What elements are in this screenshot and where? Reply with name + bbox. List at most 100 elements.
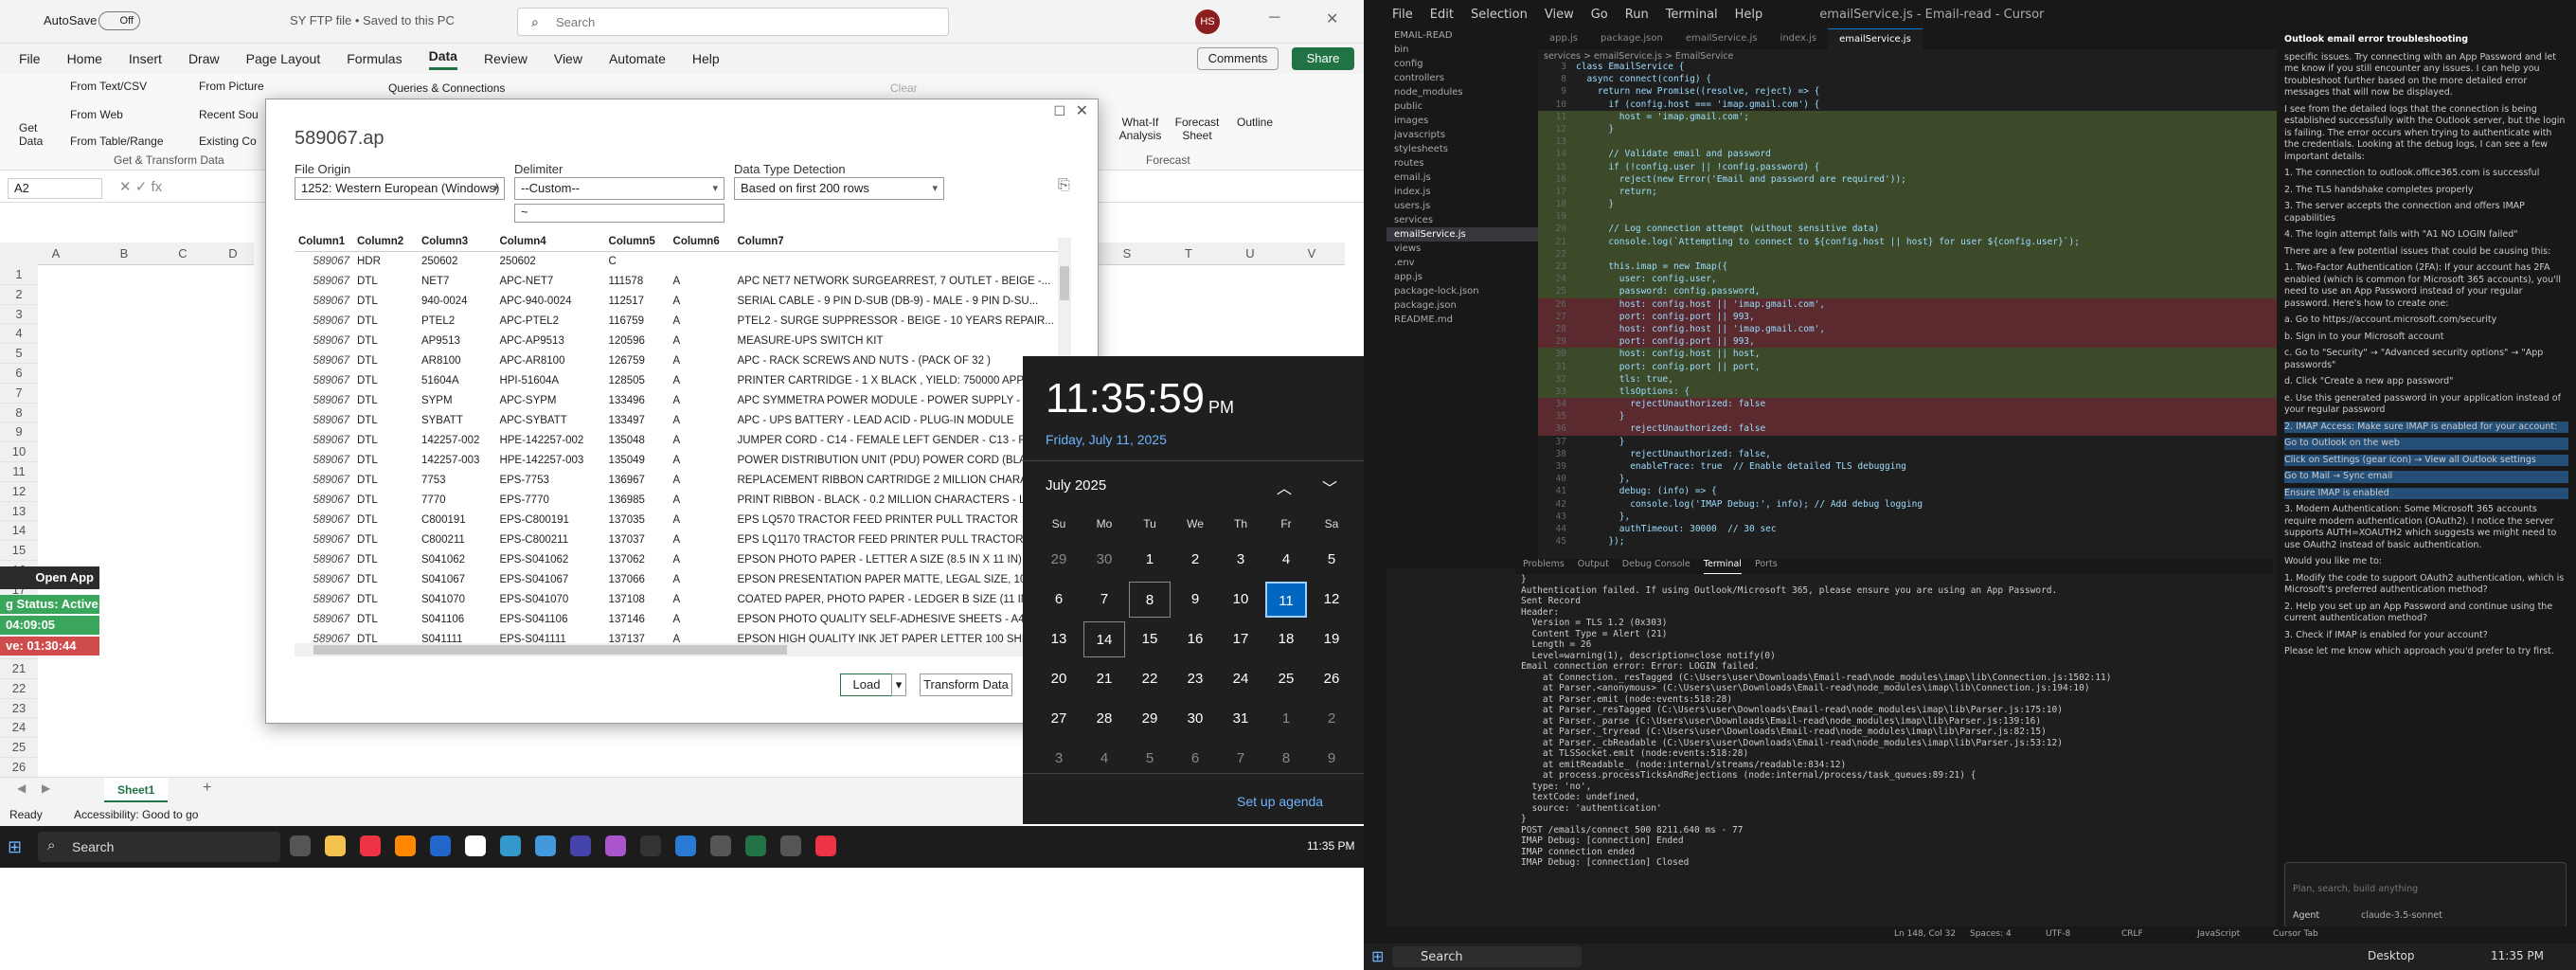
tree-item[interactable]: controllers bbox=[1386, 71, 1538, 85]
add-sheet-icon[interactable]: + bbox=[203, 780, 211, 797]
app-icon[interactable] bbox=[640, 835, 661, 856]
editor-tab[interactable]: package.json bbox=[1589, 28, 1674, 49]
sheet-tab[interactable]: Sheet1 bbox=[104, 778, 169, 802]
windows-start-icon[interactable]: ⊞ bbox=[1371, 947, 1384, 965]
calendar-day[interactable]: 13 bbox=[1038, 621, 1080, 657]
row-header[interactable]: 11 bbox=[0, 462, 38, 482]
terminal-output[interactable]: } Authentication failed. If using Outlook… bbox=[1515, 574, 2273, 925]
calendar-day[interactable]: 24 bbox=[1220, 661, 1261, 697]
menu-view[interactable]: View bbox=[1545, 8, 1574, 22]
menu-tab-file[interactable]: File bbox=[19, 51, 41, 66]
calendar-day[interactable]: 9 bbox=[1311, 741, 1352, 777]
fx-icon[interactable]: ✕ ✓ fx bbox=[119, 178, 162, 195]
recent-sources-button[interactable]: Recent Sou bbox=[199, 108, 259, 121]
taskbar-clock[interactable]: 11:35 PM bbox=[2491, 949, 2544, 962]
from-picture-button[interactable]: From Picture bbox=[199, 80, 264, 93]
column-header[interactable]: Column5 bbox=[604, 232, 670, 252]
calendar-day[interactable]: 4 bbox=[1265, 542, 1307, 578]
row-header[interactable]: 9 bbox=[0, 422, 38, 443]
col-header-d[interactable]: D bbox=[212, 242, 254, 265]
calendar-day[interactable]: 11 bbox=[1265, 582, 1307, 618]
windows-start-icon[interactable]: ⊞ bbox=[8, 837, 22, 857]
taskbar-search[interactable]: ⌕ Search bbox=[38, 832, 280, 862]
menu-selection[interactable]: Selection bbox=[1471, 8, 1528, 22]
tree-item[interactable]: users.js bbox=[1386, 199, 1538, 213]
calendar-day[interactable]: 14 bbox=[1083, 621, 1125, 657]
menu-tab-review[interactable]: Review bbox=[484, 51, 528, 66]
row-header[interactable]: 7 bbox=[0, 383, 38, 404]
calendar-day[interactable]: 1 bbox=[1265, 701, 1307, 737]
agent-mode[interactable]: Agent bbox=[2293, 910, 2319, 923]
calendar-day[interactable]: 4 bbox=[1083, 741, 1125, 777]
calendar-day[interactable]: 23 bbox=[1174, 661, 1216, 697]
menu-terminal[interactable]: Terminal bbox=[1666, 8, 1718, 22]
calendar-day[interactable]: 16 bbox=[1174, 621, 1216, 657]
vscode-icon[interactable] bbox=[675, 835, 696, 856]
panel-tab[interactable]: Problems bbox=[1523, 559, 1565, 574]
forecast-sheet-button[interactable]: Forecast Sheet bbox=[1171, 116, 1224, 142]
calendar-day[interactable]: 7 bbox=[1083, 582, 1125, 618]
excel-icon[interactable] bbox=[745, 835, 766, 856]
col-header-v[interactable]: V bbox=[1283, 242, 1340, 265]
editor-tab[interactable]: index.js bbox=[1769, 28, 1829, 49]
col-header-a[interactable]: A bbox=[38, 242, 74, 265]
menu-go[interactable]: Go bbox=[1591, 8, 1608, 22]
calendar-day[interactable]: 21 bbox=[1083, 661, 1125, 697]
tree-item[interactable]: email.js bbox=[1386, 171, 1538, 185]
close-icon[interactable]: ✕ bbox=[1326, 9, 1338, 28]
row-header[interactable]: 8 bbox=[0, 403, 38, 423]
from-text-csv-button[interactable]: From Text/CSV bbox=[70, 80, 147, 93]
tree-item[interactable]: node_modules bbox=[1386, 85, 1538, 99]
row-header[interactable]: 10 bbox=[0, 442, 38, 462]
panel-tab[interactable]: Debug Console bbox=[1622, 559, 1690, 574]
col-header-b[interactable]: B bbox=[95, 242, 153, 265]
column-header[interactable]: Column6 bbox=[669, 232, 734, 252]
model-select[interactable]: claude-3.5-sonnet bbox=[2361, 910, 2442, 923]
menu-tab-data[interactable]: Data bbox=[428, 48, 457, 70]
tree-item[interactable]: .env bbox=[1386, 256, 1538, 270]
outline-button[interactable]: Outline bbox=[1237, 116, 1273, 129]
dialog-close-icon[interactable]: ✕ bbox=[1076, 101, 1088, 120]
column-header[interactable]: Column3 bbox=[417, 232, 496, 252]
clock-date[interactable]: Friday, July 11, 2025 bbox=[1046, 432, 1167, 447]
calendar-day[interactable]: 3 bbox=[1038, 741, 1080, 777]
column-header[interactable]: Column7 bbox=[733, 232, 1071, 252]
tree-item[interactable]: stylesheets bbox=[1386, 142, 1538, 156]
calendar-day[interactable]: 29 bbox=[1038, 542, 1080, 578]
row-header[interactable]: 25 bbox=[0, 738, 38, 758]
tree-item[interactable]: app.js bbox=[1386, 270, 1538, 284]
calendar-day[interactable]: 8 bbox=[1265, 741, 1307, 777]
calendar-day[interactable]: 5 bbox=[1311, 542, 1352, 578]
from-table-button[interactable]: From Table/Range bbox=[70, 135, 164, 148]
calendar-day[interactable]: 31 bbox=[1220, 701, 1261, 737]
menu-tab-view[interactable]: View bbox=[554, 51, 582, 66]
column-header[interactable]: Column4 bbox=[495, 232, 605, 252]
from-web-button[interactable]: From Web bbox=[70, 108, 123, 121]
detection-select[interactable]: Based on first 200 rows bbox=[734, 177, 944, 200]
delimiter-select[interactable]: --Custom-- bbox=[514, 177, 724, 200]
app-icon[interactable] bbox=[605, 835, 626, 856]
calendar-day[interactable]: 9 bbox=[1174, 582, 1216, 618]
calendar-day[interactable]: 6 bbox=[1038, 582, 1080, 618]
row-header[interactable]: 15 bbox=[0, 541, 38, 561]
custom-delimiter-input[interactable]: ~ bbox=[514, 204, 724, 223]
menu-tab-home[interactable]: Home bbox=[67, 51, 102, 66]
refresh-icon[interactable]: ⎘ bbox=[1058, 177, 1070, 194]
app-icon[interactable] bbox=[535, 835, 556, 856]
setup-agenda-link[interactable]: Set up agenda bbox=[1237, 794, 1323, 809]
row-header[interactable]: 1 bbox=[0, 265, 38, 285]
menu-edit[interactable]: Edit bbox=[1430, 8, 1454, 22]
tree-item[interactable]: config bbox=[1386, 57, 1538, 71]
menu-tab-formulas[interactable]: Formulas bbox=[347, 51, 402, 66]
menu-tab-insert[interactable]: Insert bbox=[129, 51, 162, 66]
tree-item[interactable]: README.md bbox=[1386, 313, 1538, 327]
calendar-day[interactable]: 15 bbox=[1129, 621, 1171, 657]
app-icon[interactable] bbox=[430, 835, 451, 856]
share-button[interactable]: Share bbox=[1292, 47, 1354, 70]
tree-item[interactable]: index.js bbox=[1386, 185, 1538, 199]
calendar-day[interactable]: 25 bbox=[1265, 661, 1307, 697]
calendar-day[interactable]: 22 bbox=[1129, 661, 1171, 697]
tree-item[interactable]: javascripts bbox=[1386, 128, 1538, 142]
menu-tab-help[interactable]: Help bbox=[692, 51, 720, 66]
load-button[interactable]: Load bbox=[840, 674, 893, 696]
